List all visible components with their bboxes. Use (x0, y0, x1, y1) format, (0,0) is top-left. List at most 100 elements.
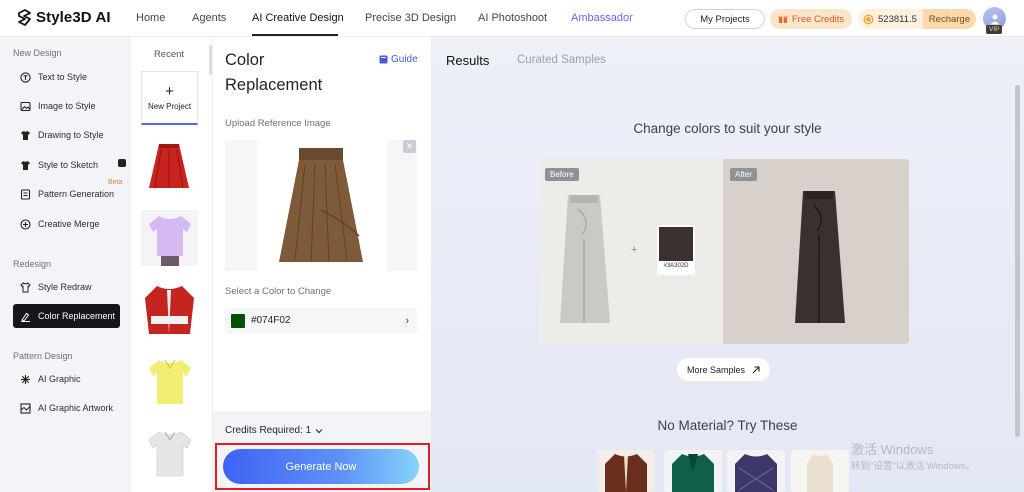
recent-thumbnail-lavender-tshirt[interactable] (141, 210, 198, 266)
recent-thumbnail-red-skirt[interactable] (141, 138, 198, 194)
recent-scrollbar[interactable] (209, 45, 212, 75)
section-redesign: Redesign (13, 259, 52, 269)
my-projects-button[interactable]: My Projects (685, 9, 765, 29)
brand-logo[interactable]: Style3D AI (17, 9, 111, 26)
nav-agents[interactable]: Agents (192, 12, 226, 24)
sidebar-item-color-replacement[interactable]: Color Replacement (13, 304, 120, 328)
tab-curated-samples[interactable]: Curated Samples (517, 54, 606, 66)
after-panel: After (723, 159, 909, 344)
color-swatch (231, 313, 245, 328)
nav-home[interactable]: Home (136, 12, 165, 24)
image-icon (20, 101, 31, 111)
sidebar-item-label: Drawing to Style (38, 130, 104, 140)
panel-title: Color Replacement (225, 51, 323, 94)
nav-ai-photoshoot[interactable]: AI Photoshoot (478, 12, 547, 24)
tab-results[interactable]: Results (446, 53, 489, 68)
red-skirt-image (141, 138, 198, 194)
material-sample-green-blazer[interactable] (664, 450, 722, 492)
lavender-tshirt-image (141, 210, 198, 266)
windows-activation-watermark-title: 激活 Windows (851, 442, 934, 457)
guide-link[interactable]: Guide (379, 54, 418, 65)
top-navigation-bar: Style3D AI Home Agents AI Creative Desig… (0, 0, 1024, 37)
shirt-icon (21, 130, 30, 140)
sidebar-item-label: Creative Merge (38, 219, 100, 229)
recent-thumbnail-white-polo[interactable] (141, 426, 198, 482)
material-sample-cream-dress[interactable] (791, 450, 849, 492)
arrow-up-right-icon (752, 365, 760, 373)
recent-thumbnail-yellow-polo[interactable] (141, 354, 198, 410)
after-tag: After (730, 168, 757, 181)
reference-image-dropzone[interactable] (225, 140, 417, 271)
recent-projects-column: Recent + New Project (131, 37, 213, 492)
sidebar-item-style-to-sketch[interactable]: Style to Sketch (13, 153, 120, 177)
remove-image-icon[interactable]: ✕ (403, 140, 416, 153)
before-after-comparison: Before + #3A302D After (538, 159, 909, 344)
more-samples-button[interactable]: More Samples (677, 358, 770, 381)
sidebar-item-creative-merge[interactable]: Creative Merge (13, 212, 120, 236)
gift-icon (778, 16, 788, 23)
sample-color-chip: #3A302D (657, 225, 695, 275)
redraw-icon (20, 281, 31, 292)
beta-badge: Beta (108, 179, 123, 186)
generate-now-button[interactable]: Generate Now (223, 449, 419, 484)
purple-sweater-image (727, 450, 785, 492)
plus-icon: + (631, 244, 638, 256)
free-credits-button[interactable]: Free Credits (770, 9, 852, 29)
windows-activation-watermark-hint: 转到"设置"以激活 Windows。 (851, 461, 975, 472)
more-samples-label: More Samples (686, 364, 746, 375)
nav-ai-creative-design[interactable]: AI Creative Design (252, 12, 344, 24)
new-project-label: New Project (147, 101, 192, 111)
merge-icon (20, 218, 31, 230)
artwork-icon (20, 402, 31, 414)
sidebar-item-pattern-generation[interactable]: Pattern Generation (13, 182, 120, 206)
sidebar-item-ai-graphic-artwork[interactable]: AI Graphic Artwork (13, 396, 120, 420)
sidebar-item-label: Text to Style (38, 72, 88, 82)
balance-value: 523811.5 (878, 13, 917, 25)
text-style-icon (20, 71, 31, 83)
guide-label: Guide (391, 54, 418, 65)
sidebar-item-label: Pattern Generation (38, 189, 115, 199)
sidebar-item-label: Style to Sketch (38, 160, 99, 170)
color-replacement-panel: Color Replacement Guide Upload Reference… (213, 37, 431, 492)
user-icon (990, 14, 999, 24)
results-scrollbar[interactable] (1015, 85, 1020, 437)
recent-title: Recent (153, 49, 185, 60)
select-color-label: Select a Color to Change (225, 286, 332, 297)
results-area: Results Curated Samples Change colors to… (431, 37, 1024, 492)
no-material-heading: No Material? Try These (657, 418, 798, 433)
sidebar-item-drawing-to-style[interactable]: Drawing to Style (13, 123, 120, 147)
vip-badge: VIP (986, 25, 1003, 34)
upload-reference-label: Upload Reference Image (225, 118, 331, 129)
sidebar-item-ai-graphic[interactable]: AI Graphic (13, 367, 120, 391)
plus-icon: + (165, 82, 174, 100)
sample-color-hex: #3A302D (663, 263, 689, 269)
dark-brown-skirt-image (795, 191, 845, 323)
paint-brush-icon (21, 312, 30, 322)
new-project-button[interactable]: + New Project (141, 71, 198, 125)
nav-ambassador[interactable]: Ambassador (571, 12, 633, 24)
recent-thumbnail-red-jacket[interactable] (141, 282, 198, 338)
sidebar-item-style-redraw[interactable]: Style Redraw (13, 275, 120, 299)
tshirt-sketch-icon (21, 160, 30, 170)
cream-dress-image (791, 450, 849, 492)
brown-jacket-image (597, 450, 655, 492)
credit-balance: 523811.5 Recharge (858, 9, 976, 29)
section-new-design: New Design (13, 48, 62, 58)
book-icon (379, 55, 388, 64)
nav-precise-3d-design[interactable]: Precise 3D Design (365, 12, 456, 24)
white-polo-image (141, 426, 198, 482)
sidebar-item-text-to-style[interactable]: Text to Style (13, 65, 120, 89)
recharge-button[interactable]: Recharge (922, 9, 976, 29)
before-tag: Before (545, 168, 579, 181)
material-sample-purple-sweater[interactable] (727, 450, 785, 492)
material-sample-brown-jacket[interactable] (597, 450, 655, 492)
color-selector[interactable]: #074F02 › (225, 308, 417, 333)
yellow-polo-image (141, 354, 198, 410)
sidebar-item-image-to-style[interactable]: Image to Style (13, 94, 120, 118)
credits-required[interactable]: Credits Required: 1 (225, 425, 323, 436)
nav-active-indicator (252, 34, 338, 36)
chevron-down-icon (315, 428, 323, 433)
brown-skirt-reference-image (257, 140, 387, 271)
before-panel: Before + #3A302D (538, 159, 723, 344)
sidebar-item-label: Style Redraw (38, 282, 92, 292)
